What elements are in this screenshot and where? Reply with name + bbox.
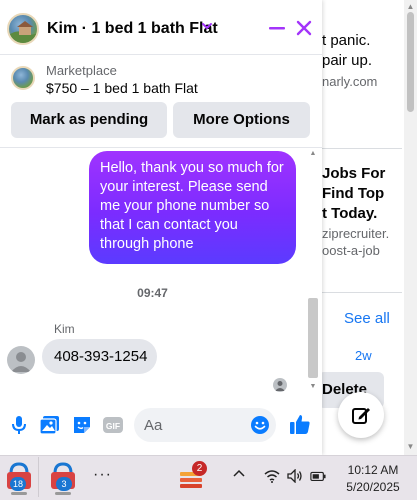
active-indicator <box>11 492 27 495</box>
clock-date: 5/20/2025 <box>346 480 400 494</box>
contact-avatar[interactable] <box>7 13 39 45</box>
marketplace-label: Marketplace <box>46 63 117 78</box>
chat-header[interactable]: Kim · 1 bed 1 bath Flat <box>0 0 322 55</box>
scroll-thumb[interactable] <box>407 12 414 112</box>
taskbar-app-1[interactable]: 18 <box>2 459 36 495</box>
photo-icon[interactable] <box>39 414 61 436</box>
bg-ad-url: ziprecruiter. <box>322 226 390 241</box>
clock-time: 10:12 AM <box>347 463 399 477</box>
message-timestamp: 09:47 <box>137 286 168 300</box>
bg-ad-line[interactable]: t Today. <box>322 205 377 222</box>
volume-icon[interactable] <box>287 469 303 483</box>
bg-ad-line[interactable]: Find Top <box>322 185 384 202</box>
active-indicator <box>55 492 71 495</box>
seen-indicator-avatar <box>273 378 287 392</box>
sender-name: Kim <box>54 322 75 336</box>
scroll-up-arrow-icon[interactable]: ▲ <box>406 2 415 11</box>
notification-badge: 3 <box>56 477 72 491</box>
incoming-message-bubble[interactable]: 408-393-1254 <box>42 339 157 374</box>
taskbar-app-2[interactable]: 3 <box>46 459 80 495</box>
bg-article-source: narly.com <box>322 74 378 89</box>
chat-scroll-thumb[interactable] <box>308 298 318 378</box>
divider <box>322 292 402 293</box>
close-icon[interactable] <box>296 20 312 36</box>
bg-article-line: t panic. <box>322 32 371 49</box>
taskbar-separator <box>38 457 39 497</box>
scroll-down-arrow-icon[interactable]: ▼ <box>309 383 317 390</box>
new-message-button[interactable] <box>338 392 384 438</box>
taskbar-clock[interactable]: 10:12 AM 5/20/2025 <box>340 462 406 496</box>
divider <box>322 148 402 149</box>
more-options-button[interactable]: More Options <box>173 102 310 138</box>
sender-avatar[interactable] <box>7 346 35 374</box>
notification-time: 2w <box>355 348 372 363</box>
minimize-icon[interactable] <box>268 21 286 35</box>
battery-icon[interactable] <box>310 469 326 483</box>
chat-title[interactable]: Kim · 1 bed 1 bath Flat <box>47 20 218 38</box>
sticker-icon[interactable] <box>71 414 93 436</box>
listing-title: $750 – 1 bed 1 bath Flat <box>46 80 198 96</box>
listing-thumbnail <box>11 66 35 90</box>
outgoing-message-bubble[interactable]: Hello, thank you so much for your intere… <box>89 151 296 264</box>
emoji-icon[interactable] <box>250 415 270 435</box>
divider <box>0 147 322 148</box>
gif-icon[interactable]: GIF <box>102 414 124 436</box>
wifi-icon[interactable] <box>264 469 280 483</box>
notification-badge: 18 <box>10 477 27 491</box>
listing-info[interactable]: Marketplace $750 – 1 bed 1 bath Flat <box>0 57 322 101</box>
page-scrollbar[interactable]: ▲ ▼ <box>404 0 417 455</box>
thumbs-up-icon[interactable] <box>289 413 311 435</box>
more-apps-icon[interactable]: ··· <box>93 466 112 484</box>
chat-scrollbar[interactable]: ▲ ▼ <box>306 148 320 395</box>
microphone-icon[interactable] <box>8 414 30 436</box>
bg-ad-line[interactable]: Jobs For <box>322 165 385 182</box>
compose-icon <box>352 408 370 424</box>
scroll-up-arrow-icon[interactable]: ▲ <box>309 150 317 157</box>
see-all-link[interactable]: See all <box>344 310 390 327</box>
mark-as-pending-button[interactable]: Mark as pending <box>11 102 167 138</box>
background-page: t panic. pair up. narly.com Jobs For Fin… <box>318 0 417 455</box>
scroll-down-arrow-icon[interactable]: ▼ <box>406 442 415 451</box>
svg-text:GIF: GIF <box>106 421 120 431</box>
bg-article-line: pair up. <box>322 52 373 69</box>
show-hidden-icons-icon[interactable] <box>233 469 245 477</box>
bg-ad-url: oost-a-job <box>322 243 380 258</box>
notification-badge: 2 <box>192 461 207 476</box>
chat-window: Kim · 1 bed 1 bath Flat Marketplace $750… <box>0 0 322 455</box>
chevron-down-icon[interactable] <box>200 19 214 33</box>
